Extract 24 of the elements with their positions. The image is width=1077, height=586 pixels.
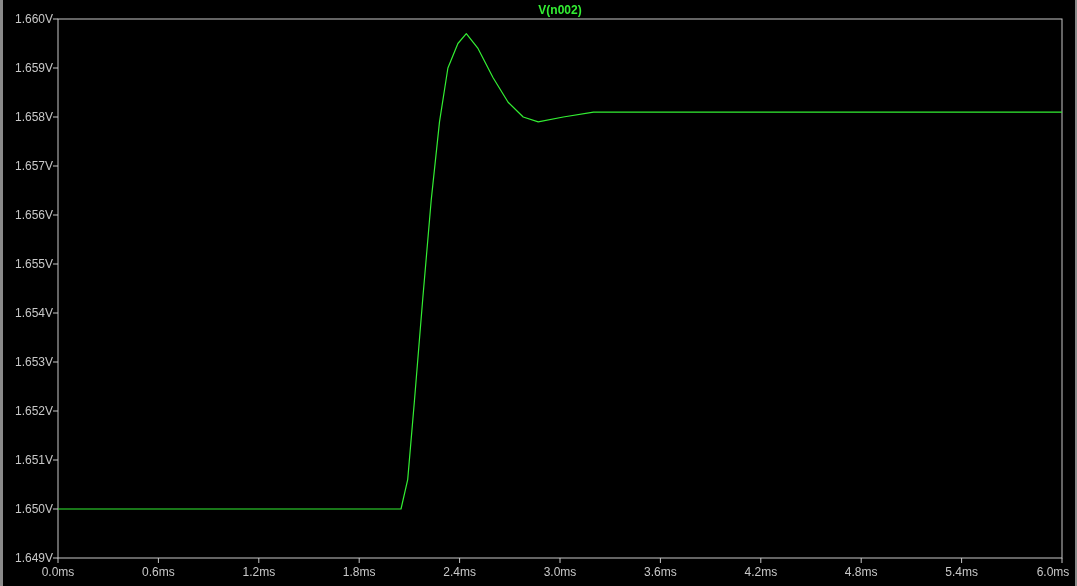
y-tick-label: 1.655V	[14, 257, 53, 271]
y-tick-label: 1.660V	[14, 12, 53, 26]
x-tick-label: 0.0ms	[41, 565, 75, 579]
y-tick-label: 1.649V	[14, 551, 53, 565]
x-tick-label: 5.4ms	[945, 565, 978, 579]
trace-label: V(n002)	[538, 3, 582, 17]
x-tick-label: 1.2ms	[242, 565, 276, 579]
y-tick-label: 1.654V	[14, 306, 53, 320]
x-tick-label: 3.0ms	[543, 565, 577, 579]
y-tick-label: 1.653V	[14, 355, 53, 369]
x-tick-label: 4.2ms	[744, 565, 778, 579]
y-tick-label: 1.651V	[14, 453, 53, 467]
x-tick-label: 6.0ms	[1036, 565, 1070, 579]
y-tick-label: 1.652V	[14, 404, 53, 418]
y-tick-label: 1.650V	[14, 502, 53, 516]
x-tick-label: 2.4ms	[443, 565, 476, 579]
y-tick-label: 1.656V	[14, 208, 53, 222]
x-tick-label: 4.8ms	[844, 565, 878, 579]
y-tick-label: 1.658V	[14, 110, 53, 124]
x-tick-label: 3.6ms	[644, 565, 677, 579]
x-tick-label: 0.6ms	[142, 565, 175, 579]
x-tick-label: 1.8ms	[342, 565, 376, 579]
y-tick-label: 1.659V	[14, 61, 53, 75]
y-tick-label: 1.657V	[14, 159, 53, 173]
